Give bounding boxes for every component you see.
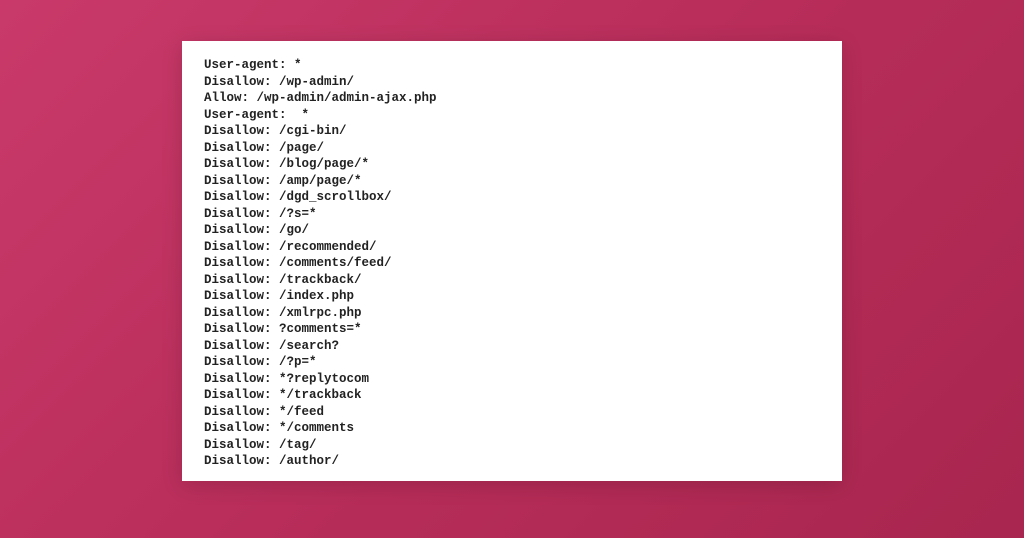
document-panel: User-agent: * Disallow: /wp-admin/ Allow… [182, 41, 842, 481]
robots-txt-content: User-agent: * Disallow: /wp-admin/ Allow… [204, 57, 820, 470]
